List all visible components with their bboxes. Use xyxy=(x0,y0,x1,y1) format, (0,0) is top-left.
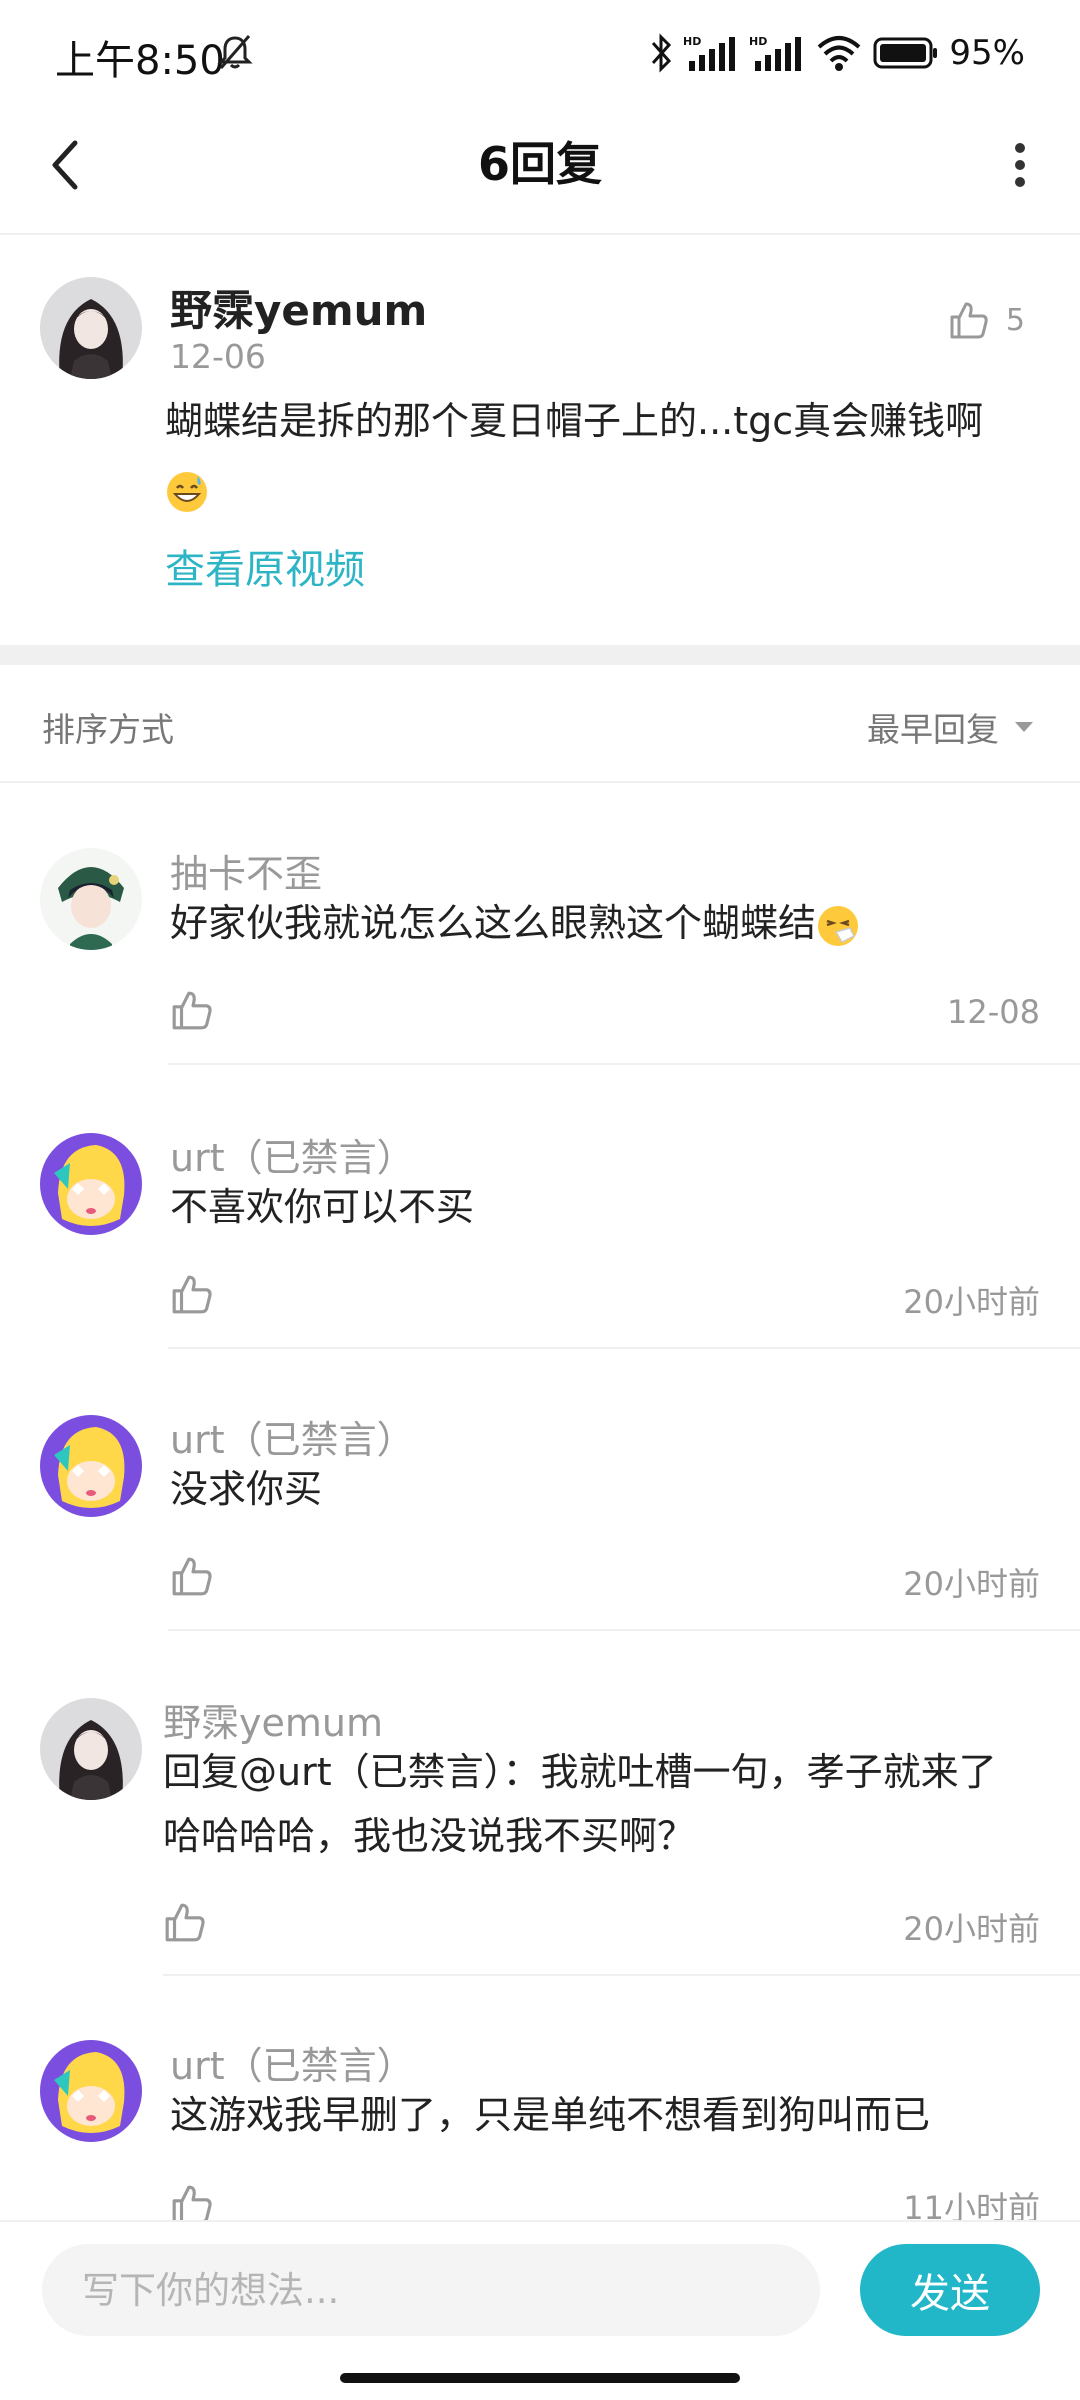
sort-dropdown[interactable]: 最早回复 xyxy=(867,703,1035,751)
battery-percent: 95% xyxy=(949,33,1025,73)
avatar-image xyxy=(40,1133,142,1235)
reply-text: 这游戏我早删了，只是单纯不想看到狗叫而已 xyxy=(170,2093,931,2137)
reply-time: 11小时前 xyxy=(903,2189,1040,2220)
avatar-image xyxy=(40,1698,142,1800)
reply-text: 没求你买 xyxy=(170,1467,323,1511)
reply-author[interactable]: urt（已禁言） xyxy=(170,1409,415,1464)
triangle-down-icon xyxy=(1015,722,1033,732)
thumbs-up-icon[interactable] xyxy=(170,2182,214,2220)
wifi-icon xyxy=(818,36,861,71)
comment-composer: 发送 xyxy=(0,2220,1080,2360)
sort-label: 排序方式 xyxy=(42,710,174,749)
send-button[interactable]: 发送 xyxy=(860,2244,1040,2336)
sort-selected: 最早回复 xyxy=(867,710,999,749)
comment-text: 蝴蝶结是拆的那个夏日帽子上的...tgc真会赚钱啊 xyxy=(165,387,1025,523)
grinning-sweat-emoji xyxy=(167,471,207,512)
like-count: 5 xyxy=(1005,302,1025,338)
avatar-image xyxy=(40,2040,142,2142)
reply-text-body: 好家伙我就说怎么这么眼熟这个蝴蝶结 xyxy=(170,901,817,945)
avatar[interactable] xyxy=(40,277,142,379)
status-time: 上午8:50 xyxy=(55,38,225,84)
reply-time: 12-08 xyxy=(947,993,1040,1031)
reply-author[interactable]: urt（已禁言） xyxy=(170,1127,415,1182)
battery-icon xyxy=(873,37,938,69)
reply-time: 20小时前 xyxy=(903,1565,1040,1603)
thumbs-up-icon[interactable] xyxy=(170,1554,214,1598)
reply-item: 野霂yemum 回复@urt（已禁言）：我就吐槽一句，孝子就来了 哈哈哈哈，我也… xyxy=(0,1630,1080,1976)
svg-text:HD: HD xyxy=(749,35,767,48)
reply-time: 20小时前 xyxy=(903,1910,1040,1948)
avatar[interactable] xyxy=(40,2040,142,2142)
avatar[interactable] xyxy=(40,1698,142,1800)
reply-item: urt（已禁言） 这游戏我早删了，只是单纯不想看到狗叫而已 11小时前 xyxy=(0,1975,1080,2220)
status-bar: 上午8:50 HD HD 95% xyxy=(0,0,1080,100)
more-vertical-icon xyxy=(1015,143,1025,187)
reply-text-line: 哈哈哈哈，我也没说我不买啊？ xyxy=(163,1814,696,1858)
page-title: 6回复 xyxy=(477,137,602,191)
avatar[interactable] xyxy=(40,1133,142,1235)
avatar-image xyxy=(40,1415,142,1517)
svg-text:HD: HD xyxy=(683,35,701,48)
comment-date: 12-06 xyxy=(170,337,266,376)
thumbs-up-icon[interactable] xyxy=(170,1272,214,1316)
reply-item: 抽卡不歪 好家伙我就说怎么这么眼熟这个蝴蝶结 12-08 xyxy=(0,783,1080,1065)
nav-bar: 6回复 xyxy=(0,100,1080,235)
like-button[interactable]: 5 xyxy=(948,299,1025,341)
reply-text: 好家伙我就说怎么这么眼熟这个蝴蝶结 xyxy=(170,891,1050,955)
thumbs-up-icon[interactable] xyxy=(170,988,214,1032)
signal-icon: HD xyxy=(683,35,736,71)
sort-row: 排序方式 最早回复 xyxy=(0,665,1080,783)
section-separator xyxy=(0,645,1080,665)
reply-text-line: 回复@urt（已禁言）：我就吐槽一句，孝子就来了 xyxy=(163,1750,997,1794)
avatar-image xyxy=(40,848,142,950)
bell-off-icon xyxy=(217,35,253,69)
thumbs-up-icon xyxy=(950,302,988,339)
avatar[interactable] xyxy=(40,1415,142,1517)
home-indicator[interactable] xyxy=(340,2373,740,2383)
reply-author[interactable]: 抽卡不歪 xyxy=(170,843,322,898)
reply-text: 回复@urt（已禁言）：我就吐槽一句，孝子就来了 哈哈哈哈，我也没说我不买啊？ xyxy=(163,1740,1043,1868)
avatar[interactable] xyxy=(40,848,142,950)
reply-item: urt（已禁言） 不喜欢你可以不买 20小时前 xyxy=(0,1065,1080,1349)
sneezing-face-emoji xyxy=(818,905,859,946)
comment-author[interactable]: 野霂yemum xyxy=(170,277,427,338)
reply-author[interactable]: 野霂yemum xyxy=(163,1692,383,1747)
comment-text-body: 蝴蝶结是拆的那个夏日帽子上的...tgc真会赚钱啊 xyxy=(165,399,984,443)
avatar-image xyxy=(40,277,142,379)
reply-item: urt（已禁言） 没求你买 20小时前 xyxy=(0,1347,1080,1631)
reply-text: 不喜欢你可以不买 xyxy=(170,1185,475,1229)
reply-time: 20小时前 xyxy=(903,1283,1040,1321)
more-button[interactable] xyxy=(990,125,1050,205)
bluetooth-icon xyxy=(652,33,672,73)
reply-author[interactable]: urt（已禁言） xyxy=(170,2035,415,2090)
thumbs-up-icon[interactable] xyxy=(163,1900,207,1944)
status-icons: HD HD 95% xyxy=(649,28,1025,78)
view-original-video-link[interactable]: 查看原视频 xyxy=(165,537,365,595)
comment-input[interactable] xyxy=(42,2244,820,2336)
signal-icon-2: HD xyxy=(749,35,802,71)
original-comment: 野霂yemum 12-06 5 蝴蝶结是拆的那个夏日帽子上的...tgc真会赚钱… xyxy=(0,237,1080,645)
